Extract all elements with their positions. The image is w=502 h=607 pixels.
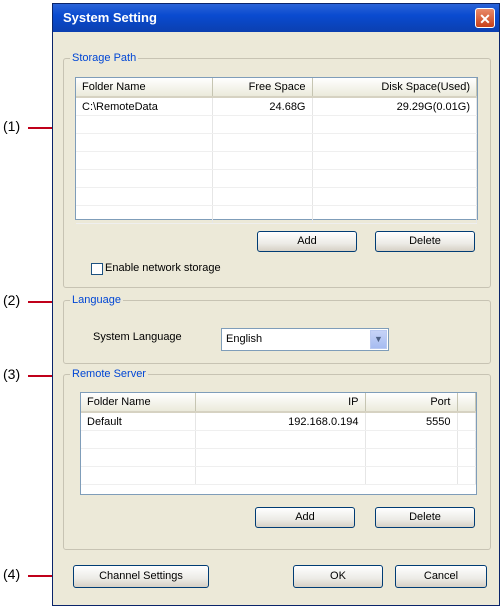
ok-button[interactable]: OK — [293, 565, 383, 588]
table-row-empty[interactable] — [76, 169, 477, 188]
callout-3: (3) — [3, 366, 21, 382]
remote-add-button[interactable]: Add — [255, 507, 355, 528]
system-language-value: English — [226, 333, 263, 345]
table-row-empty[interactable] — [76, 205, 477, 224]
remote-server-table[interactable]: Folder Name IP Port Default 192.168.0.19… — [80, 392, 477, 495]
channel-settings-button[interactable]: Channel Settings — [73, 565, 209, 588]
enable-network-storage-label[interactable]: Enable network storage — [105, 262, 221, 274]
callout-2: (2) — [3, 292, 21, 308]
callout-1: (1) — [3, 118, 21, 134]
cancel-button[interactable]: Cancel — [395, 565, 487, 588]
table-row-empty[interactable] — [76, 133, 477, 152]
system-language-select[interactable]: English ▼ — [221, 328, 389, 351]
storage-path-table[interactable]: Folder Name Free Space Disk Space(Used) … — [75, 77, 478, 224]
cell-ip: 192.168.0.194 — [195, 412, 366, 431]
table-row-empty[interactable] — [81, 448, 476, 467]
col-port[interactable]: Port — [365, 393, 458, 413]
table-row-empty[interactable] — [81, 430, 476, 449]
system-setting-dialog: System Setting ✕ Storage Path Folder Nam… — [52, 3, 500, 606]
col-free-space[interactable]: Free Space — [212, 78, 313, 98]
cell-disk-space: 29.29G(0.01G) — [312, 97, 477, 116]
chevron-down-icon[interactable]: ▼ — [370, 330, 387, 349]
system-language-label: System Language — [93, 331, 182, 343]
enable-network-storage-checkbox[interactable] — [91, 263, 103, 275]
remote-header-row: Folder Name IP Port — [81, 393, 476, 413]
title-bar[interactable]: System Setting ✕ — [53, 4, 499, 32]
remote-delete-button[interactable]: Delete — [375, 507, 475, 528]
col-ip[interactable]: IP — [195, 393, 366, 413]
table-row-empty[interactable] — [76, 187, 477, 206]
col-folder-name[interactable]: Folder Name — [76, 78, 213, 98]
table-row[interactable]: Default 192.168.0.194 5550 — [81, 412, 476, 431]
table-row-empty[interactable] — [76, 115, 477, 134]
storage-delete-button[interactable]: Delete — [375, 231, 475, 252]
cell-folder: C:\RemoteData — [76, 97, 213, 116]
storage-header-row: Folder Name Free Space Disk Space(Used) — [76, 78, 477, 98]
storage-add-button[interactable]: Add — [257, 231, 357, 252]
close-icon: ✕ — [479, 11, 491, 27]
table-row-empty[interactable] — [81, 466, 476, 485]
table-row[interactable]: C:\RemoteData 24.68G 29.29G(0.01G) — [76, 97, 477, 116]
language-legend: Language — [72, 294, 121, 306]
col-remote-folder-name[interactable]: Folder Name — [81, 393, 196, 413]
window-title: System Setting — [63, 10, 157, 25]
storage-path-legend: Storage Path — [72, 52, 137, 64]
col-spacer — [457, 393, 476, 413]
col-disk-space[interactable]: Disk Space(Used) — [312, 78, 477, 98]
table-row-empty[interactable] — [76, 151, 477, 170]
cell-port: 5550 — [365, 412, 458, 431]
cell-remote-folder: Default — [81, 412, 196, 431]
cell-free-space: 24.68G — [212, 97, 313, 116]
close-button[interactable]: ✕ — [475, 8, 495, 28]
callout-4: (4) — [3, 566, 21, 582]
remote-server-legend: Remote Server — [72, 368, 146, 380]
